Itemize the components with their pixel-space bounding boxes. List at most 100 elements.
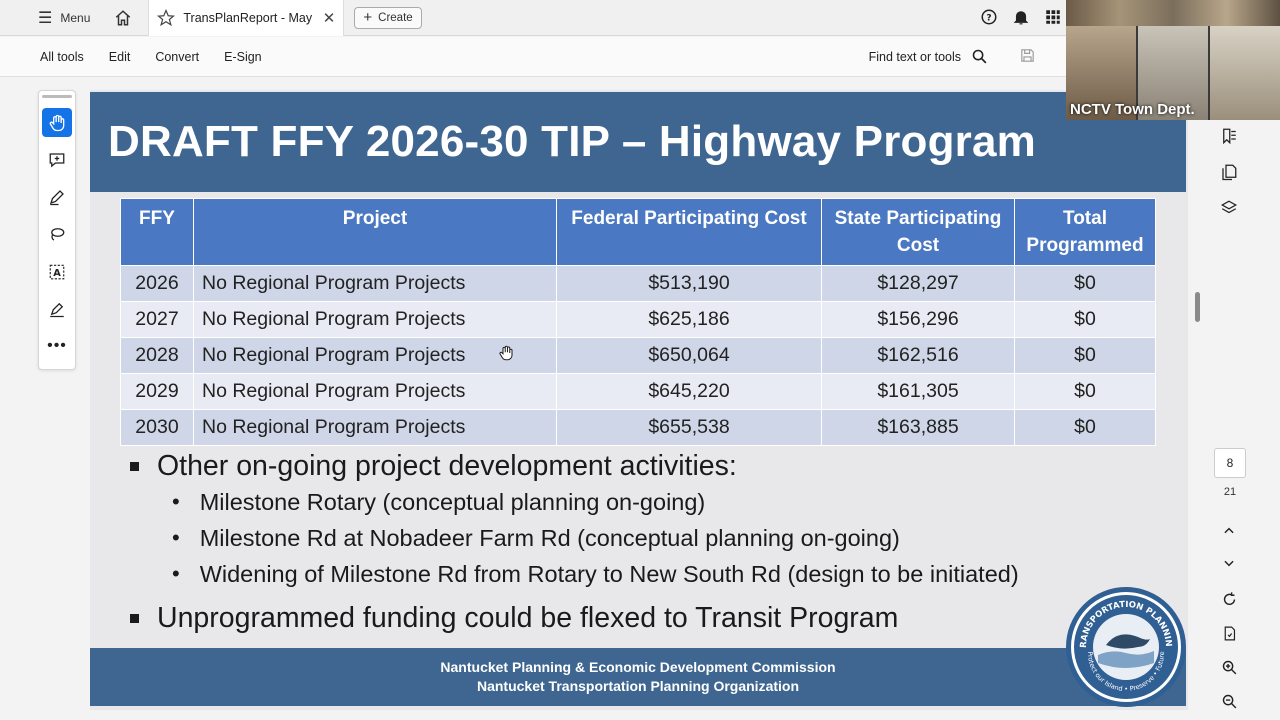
save-icon	[1021, 49, 1034, 62]
apps-grid-icon[interactable]	[1044, 8, 1062, 26]
col-header-federal-cost: Federal Participating Cost	[556, 198, 822, 266]
zoom-out-button[interactable]	[1210, 686, 1248, 716]
footer-line-2: Nantucket Transportation Planning Organi…	[476, 678, 800, 694]
pages-button[interactable]	[1210, 154, 1248, 190]
bookmarks-button[interactable]	[1210, 118, 1248, 154]
save-button[interactable]	[1019, 47, 1036, 69]
sub-bullet-item: • Widening of Milestone Rd from Rotary t…	[172, 556, 1019, 592]
tab-title: TransPlanReport - May ...	[183, 10, 315, 25]
highway-program-table: FFY Project Federal Participating Cost S…	[120, 198, 1156, 446]
dot-bullet-icon: •	[172, 489, 180, 514]
star-icon[interactable]	[157, 8, 176, 27]
create-label: Create	[378, 11, 413, 24]
copy-pages-icon	[1222, 164, 1237, 181]
hand-icon	[49, 114, 65, 131]
convert-menu[interactable]: Convert	[155, 50, 199, 64]
slide-footer: Nantucket Planning & Economic Developmen…	[90, 648, 1186, 706]
cell-state-cost: $156,296	[821, 301, 1015, 338]
create-button[interactable]: + Create	[354, 6, 422, 29]
cell-total: $0	[1014, 265, 1156, 302]
cell-ffy: 2030	[120, 409, 194, 446]
close-tab-icon[interactable]: ✕	[323, 9, 336, 27]
square-bullet-icon	[130, 461, 139, 471]
cell-federal-cost: $513,190	[556, 265, 822, 302]
sub-bullet-item: • Milestone Rotary (conceptual planning …	[172, 484, 1019, 520]
hand-tool-button[interactable]	[42, 107, 72, 138]
hand-cursor-icon	[499, 345, 513, 361]
menu-label: Menu	[60, 10, 91, 25]
lasso-tool-button[interactable]	[42, 220, 72, 249]
rotate-icon	[1223, 591, 1235, 605]
stamp-tool-button[interactable]	[42, 294, 72, 323]
table-row: 2030 No Regional Program Projects $655,5…	[120, 409, 1156, 446]
esign-menu[interactable]: E-Sign	[224, 50, 262, 64]
comment-tool-button[interactable]	[42, 145, 72, 174]
text-select-tool-button[interactable]: A	[42, 257, 72, 286]
pen-icon	[49, 190, 64, 206]
hamburger-icon: ☰	[38, 9, 53, 27]
bullet-text: Other on-going project development activ…	[157, 449, 737, 482]
table-row: 2028 No Regional Program Projects $650,0…	[120, 337, 1156, 374]
svg-text:A: A	[53, 268, 61, 279]
cell-state-cost: $128,297	[821, 265, 1015, 302]
dot-bullet-icon: •	[172, 561, 180, 586]
rotate-button[interactable]	[1210, 584, 1248, 614]
all-tools-menu[interactable]: All tools	[40, 50, 84, 64]
total-pages: 21	[1223, 486, 1237, 498]
cell-total: $0	[1014, 301, 1156, 338]
more-tools-button[interactable]: •••	[42, 332, 72, 361]
cell-ffy: 2028	[120, 337, 194, 374]
rail-handle[interactable]	[42, 95, 72, 98]
current-page-input[interactable]: 8	[1214, 448, 1246, 478]
chevron-down-icon	[1224, 560, 1234, 567]
cell-ffy: 2029	[120, 373, 194, 410]
sub-bullet-text: Milestone Rd at Nobadeer Farm Rd (concep…	[199, 524, 900, 551]
participant-video	[1210, 26, 1280, 120]
bullet-text: Unprogrammed funding could be flexed to …	[157, 601, 899, 634]
lasso-icon	[51, 228, 65, 242]
text-box-icon: A	[49, 264, 65, 280]
plus-icon: +	[363, 9, 373, 26]
sub-bullet-text: Milestone Rotary (conceptual planning on…	[199, 488, 706, 515]
next-page-button[interactable]	[1210, 548, 1248, 578]
draw-tool-button[interactable]	[42, 183, 72, 212]
home-icon	[116, 9, 131, 25]
vertical-scrollbar-thumb[interactable]	[1195, 292, 1200, 322]
logo-seal-icon: TRANSPORTATION PLANNING Protect our Isla…	[1072, 593, 1178, 699]
menu-button[interactable]: ☰ Menu	[38, 8, 90, 28]
cell-total: $0	[1014, 409, 1156, 446]
zoom-in-button[interactable]	[1210, 652, 1248, 682]
cell-ffy: 2026	[120, 265, 194, 302]
zoom-out-icon	[1222, 694, 1236, 708]
cell-total: $0	[1014, 337, 1156, 374]
table-row: 2026 No Regional Program Projects $513,1…	[120, 265, 1156, 302]
footer-line-1: Nantucket Planning & Economic Developmen…	[440, 659, 836, 675]
edit-menu[interactable]: Edit	[109, 50, 131, 64]
cell-state-cost: $163,885	[821, 409, 1015, 446]
cell-federal-cost: $650,064	[556, 337, 822, 374]
home-button[interactable]	[112, 7, 134, 29]
more-dots-icon: •••	[47, 337, 67, 355]
document-page: DRAFT FFY 2026-30 TIP – Highway Program …	[90, 90, 1188, 710]
page-export-icon	[1224, 626, 1235, 640]
comment-add-icon	[49, 153, 65, 168]
transportation-planning-logo: TRANSPORTATION PLANNING Protect our Isla…	[1066, 587, 1186, 707]
dot-bullet-icon: •	[172, 525, 180, 550]
gallery-strip	[1066, 0, 1280, 26]
video-conference-overlay: NCTV Town Dept.	[1066, 0, 1280, 120]
col-header-project: Project	[193, 198, 557, 266]
notification-bell-icon[interactable]	[1012, 8, 1030, 26]
extract-page-button[interactable]	[1210, 618, 1248, 648]
help-icon[interactable]: ?	[980, 8, 998, 26]
chevron-up-icon	[1224, 527, 1234, 534]
cell-total: $0	[1014, 373, 1156, 410]
table-row: 2027 No Regional Program Projects $625,1…	[120, 301, 1156, 338]
previous-page-button[interactable]	[1210, 516, 1248, 546]
cell-federal-cost: $625,186	[556, 301, 822, 338]
sub-bullet-text: Widening of Milestone Rd from Rotary to …	[199, 560, 1019, 587]
find-tools-search[interactable]: Find text or tools	[869, 48, 988, 65]
layers-button[interactable]	[1210, 190, 1248, 226]
cell-project: No Regional Program Projects	[193, 409, 557, 446]
slide-title: DRAFT FFY 2026-30 TIP – Highway Program	[108, 117, 1036, 166]
document-tab[interactable]: TransPlanReport - May ... ✕	[148, 0, 345, 36]
